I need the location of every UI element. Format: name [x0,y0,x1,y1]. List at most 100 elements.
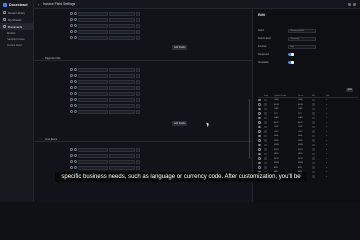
delete-icon[interactable] [136,91,140,96]
ms-cell[interactable] [312,121,326,125]
drag-handle-icon[interactable] [70,154,73,157]
radio-icon[interactable] [74,18,77,21]
field-row[interactable] [70,29,140,34]
delete-icon[interactable]: × [326,117,336,119]
field-name-input[interactable] [78,97,108,102]
ms-cell[interactable] [312,175,326,179]
sidebar-item-model-library[interactable]: Model Library [0,9,33,16]
avatar[interactable] [353,2,356,6]
drag-handle-icon[interactable] [70,80,73,83]
item-cell[interactable]: JPY [274,113,298,115]
delete-icon[interactable]: × [326,167,336,169]
field-type-select[interactable] [109,103,135,108]
delete-icon[interactable] [136,85,140,90]
section-line-items[interactable]: ⌄ Line Items [34,137,252,142]
field-type-select[interactable] [109,109,135,114]
field-type-select[interactable] [109,29,135,34]
ms-cell[interactable] [312,148,326,152]
field-name-input[interactable] [78,17,108,22]
radio-icon[interactable] [74,74,77,77]
field-name-input[interactable] [78,103,108,108]
radio-icon[interactable] [258,139,261,142]
field-row[interactable] [70,103,140,108]
delete-icon[interactable]: × [326,153,336,155]
drag-handle-icon[interactable] [70,166,73,169]
back-arrow-icon[interactable]: ‹ [34,0,43,9]
radio-icon[interactable] [258,134,261,137]
drag-handle-icon[interactable] [70,74,73,77]
field-name-input[interactable]: Currency field [288,28,316,33]
desc-cell[interactable]: AUD [298,122,312,124]
radio-icon[interactable] [74,92,77,95]
radio-icon[interactable] [258,130,261,133]
radio-icon[interactable] [258,161,261,164]
item-cell[interactable]: CNY [274,131,298,133]
delete-icon[interactable] [136,73,140,78]
radio-icon[interactable] [74,148,77,151]
item-cell[interactable]: EUR [274,104,298,106]
field-row[interactable] [70,159,140,164]
ms-cell[interactable] [312,130,326,134]
delete-icon[interactable] [136,147,140,152]
desc-cell[interactable]: CNY [298,131,312,133]
desc-cell[interactable]: JPY [298,113,312,115]
sidebar-subitem-invoice-field[interactable]: Invoice Field [0,42,33,48]
drag-handle-icon[interactable] [70,30,73,33]
radio-icon[interactable] [74,86,77,89]
item-cell[interactable]: AUD [274,122,298,124]
drag-handle-icon[interactable] [70,86,73,89]
field-row[interactable] [70,79,140,84]
field-type-select[interactable] [109,11,135,16]
ms-cell[interactable] [312,134,326,139]
delete-icon[interactable]: × [326,131,336,133]
field-row[interactable] [70,67,140,72]
delete-icon[interactable] [136,29,140,34]
radio-icon[interactable] [258,148,261,151]
field-type-select[interactable] [109,153,135,158]
delete-icon[interactable]: × [326,140,336,142]
field-name-input[interactable] [78,23,108,28]
section-payment-info[interactable]: ⌄ Payment Info [34,56,252,61]
field-type-select[interactable] [109,17,135,22]
drag-handle-icon[interactable] [70,160,73,163]
item-cell[interactable]: INR [274,167,298,169]
scrollbar[interactable] [248,99,250,159]
ms-cell[interactable] [312,125,326,130]
desc-cell[interactable]: NOK [298,158,312,160]
radio-icon[interactable] [74,154,77,157]
item-cell[interactable]: USD [274,99,298,101]
delete-icon[interactable]: × [326,126,336,128]
delete-icon[interactable] [136,153,140,158]
radio-icon[interactable] [258,125,261,128]
field-row[interactable] [70,165,140,170]
ms-cell[interactable] [312,157,326,161]
ms-cell[interactable] [312,143,326,148]
field-type-select[interactable] [109,91,135,96]
desc-cell[interactable]: MXN [298,144,312,146]
field-name-input[interactable] [78,29,108,34]
radio-icon[interactable] [74,98,77,101]
desc-cell[interactable]: GBP [298,108,312,110]
drag-handle-icon[interactable] [70,18,73,21]
desc-cell[interactable]: HKD [298,153,312,155]
delete-icon[interactable]: × [326,162,336,164]
delete-icon[interactable] [136,103,140,108]
field-row[interactable] [70,35,140,40]
radio-icon[interactable] [74,24,77,27]
sidebar-item-documents[interactable]: Documents [0,23,33,30]
delete-icon[interactable] [136,109,140,114]
desc-cell[interactable]: USD [298,99,312,101]
radio-icon[interactable] [258,143,261,146]
required-toggle[interactable] [288,52,294,57]
radio-icon[interactable] [74,68,77,71]
radio-icon[interactable] [74,110,77,113]
delete-icon[interactable] [136,23,140,28]
delete-icon[interactable] [136,79,140,84]
item-cell[interactable]: NOK [274,158,298,160]
help-icon[interactable] [348,2,351,6]
drag-handle-icon[interactable] [70,98,73,101]
field-name-input[interactable] [78,11,108,16]
field-row[interactable] [70,109,140,114]
add-option-button[interactable]: Add [346,88,354,92]
radio-icon[interactable] [74,104,77,107]
